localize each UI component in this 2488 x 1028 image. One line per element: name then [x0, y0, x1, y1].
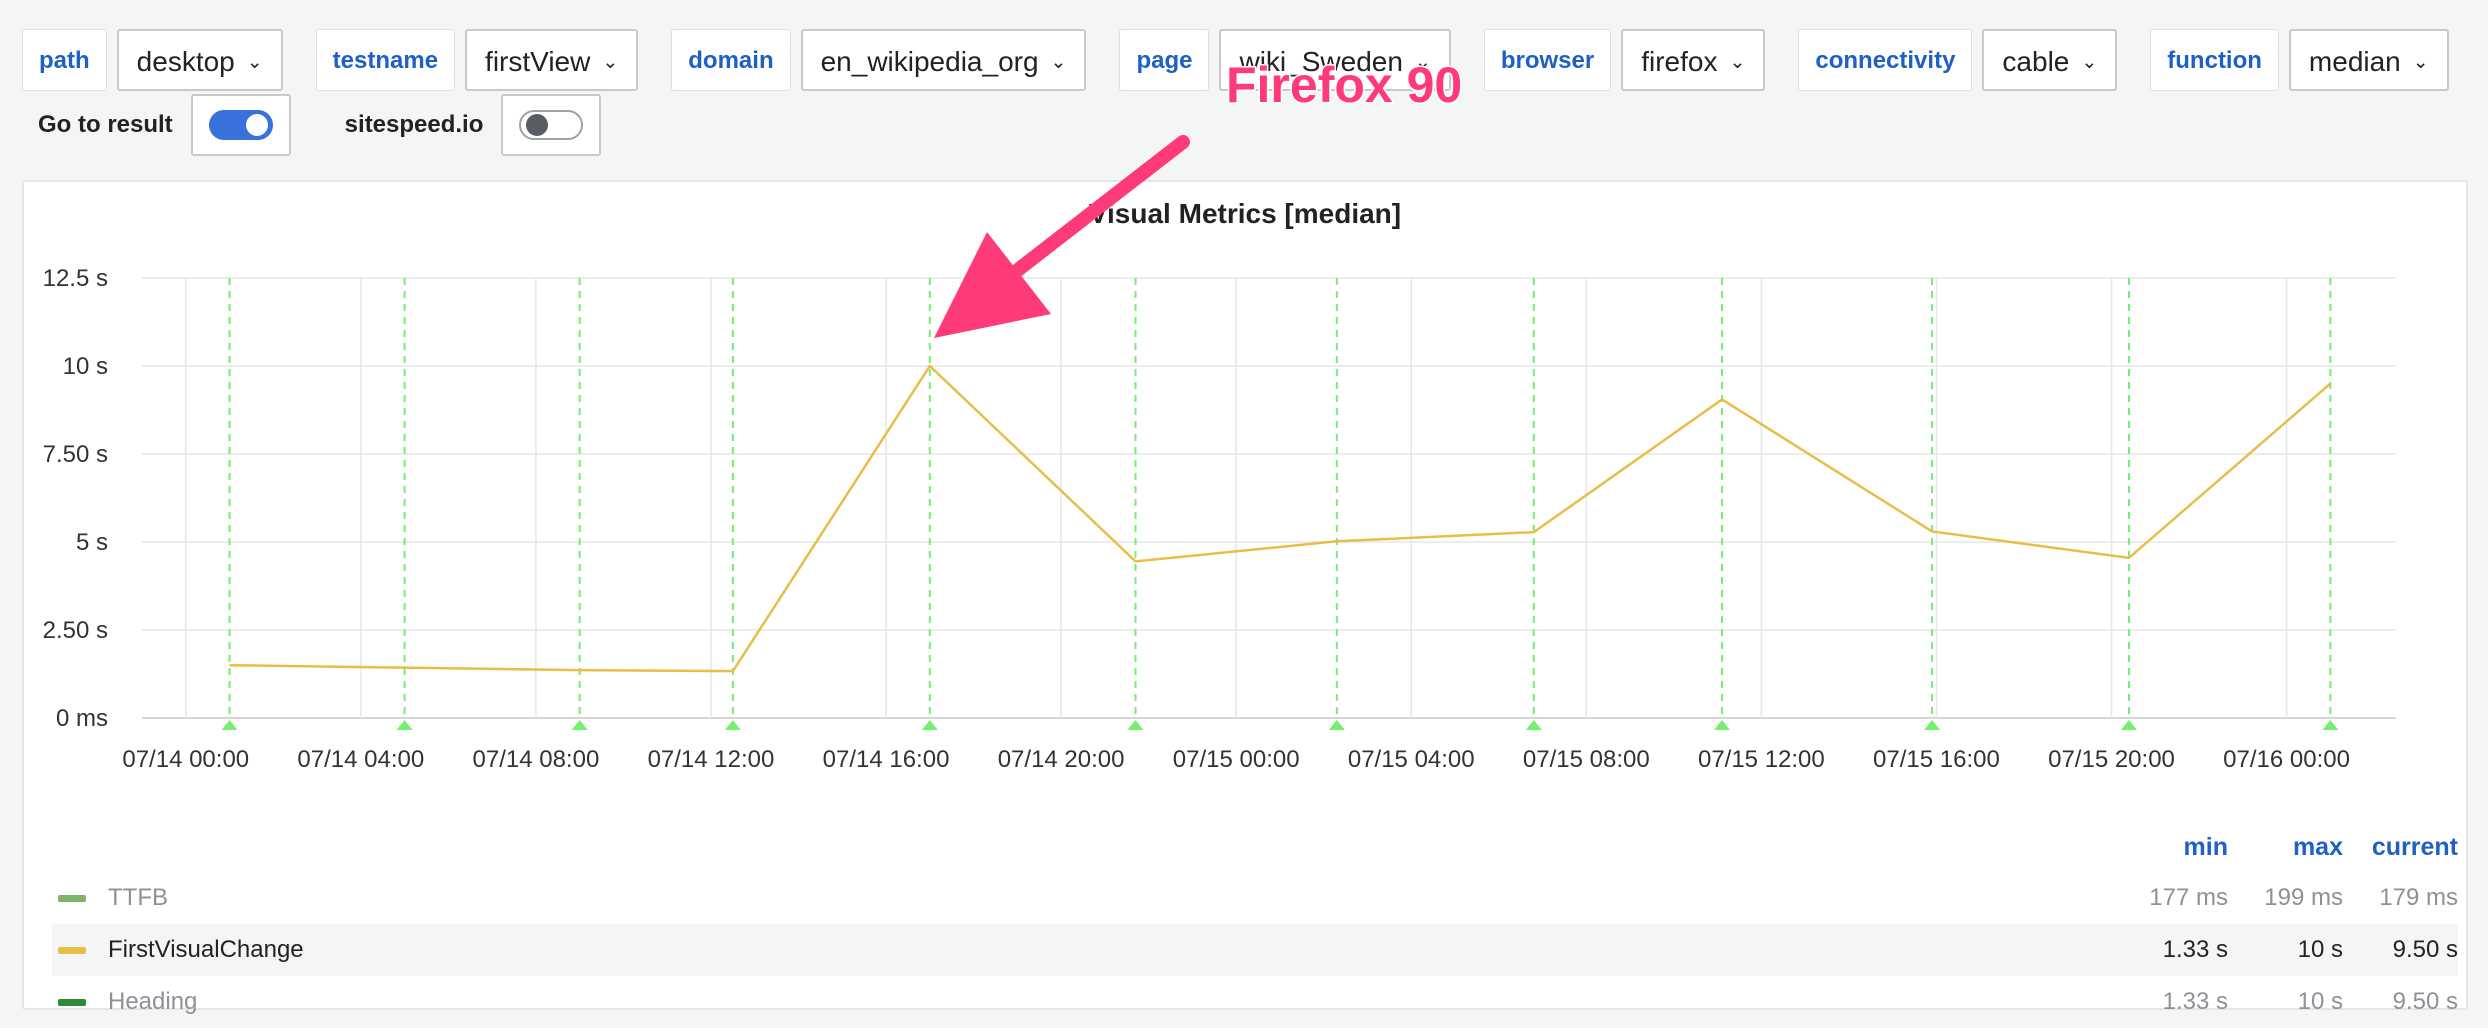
legend-header: min max current — [52, 822, 2458, 872]
variable-select-function[interactable]: median ⌄ — [2288, 29, 2449, 91]
legend-value-max: 199 ms — [2264, 884, 2343, 911]
annotation-marker-triangle — [724, 720, 741, 730]
variable-label-browser: browser — [1483, 29, 1612, 91]
legend-series-name[interactable]: TTFB — [108, 884, 2118, 912]
chevron-down-icon: ⌄ — [246, 52, 263, 73]
variable-label-path: path — [22, 29, 107, 91]
annotation-marker-triangle — [1525, 720, 1542, 730]
annotation-callout-text: Firefox 90 — [1224, 56, 1463, 115]
x-tick-label: 07/15 16:00 — [1873, 746, 2000, 773]
y-tick-label: 0 ms — [56, 705, 108, 732]
variable-label-function: function — [2150, 29, 2279, 91]
variable-function: function median ⌄ — [2150, 29, 2449, 91]
variable-path: path desktop ⌄ — [22, 29, 283, 91]
variable-browser: browser firefox ⌄ — [1483, 29, 1766, 91]
variable-label-connectivity: connectivity — [1798, 29, 1973, 91]
graph-panel: Visual Metrics [median] 0 ms 2.50 s5 s 7.5… — [22, 180, 2468, 1015]
legend-header-current[interactable]: current — [2343, 833, 2458, 862]
x-tick-label: 07/15 20:00 — [2048, 746, 2175, 773]
variable-label-domain: domain — [671, 29, 791, 91]
legend-value-max: 10 s — [2297, 988, 2343, 1015]
legend-value-max: 10 s — [2297, 936, 2343, 963]
y-tick-label: 12.5 s — [43, 265, 108, 292]
variable-testname: testname firstView ⌄ — [315, 29, 639, 91]
series-line-firstvisualchange — [229, 364, 2332, 673]
annotation-marker-triangle — [2322, 720, 2339, 730]
chevron-down-icon: ⌄ — [2412, 52, 2429, 73]
x-tick-label: 07/14 20:00 — [998, 746, 1125, 773]
x-tick-label: 07/14 08:00 — [473, 746, 600, 773]
chevron-down-icon: ⌄ — [2081, 52, 2098, 73]
annotation-toggles: Go to result sitespeed.io — [22, 94, 641, 156]
legend-color-swatch[interactable] — [58, 946, 86, 954]
toggle-sitespeed[interactable] — [501, 94, 602, 156]
legend-value-min: 1.33 s — [2162, 936, 2228, 963]
y-tick-label: 5 s — [76, 529, 108, 556]
annotation-marker-triangle — [571, 720, 588, 730]
line-chart: 0 ms 2.50 s 5 s 7.50 s 10 s 12.5 s 07/14 00:00… — [43, 265, 2396, 773]
x-tick-label: 07/15 00:00 — [1173, 746, 1300, 773]
y-tick-label: 7.50 s — [43, 441, 108, 468]
variable-label-testname: testname — [315, 29, 456, 91]
annotation-marker-triangle — [2121, 720, 2138, 730]
x-tick-label: 07/15 04:00 — [1348, 746, 1475, 773]
x-tick-label: 07/16 00:00 — [2223, 746, 2350, 773]
legend-color-swatch[interactable] — [58, 894, 86, 902]
variable-select-path[interactable]: desktop ⌄ — [116, 29, 283, 91]
x-tick-label: 07/14 00:00 — [122, 746, 249, 773]
toggle-knob — [526, 114, 549, 136]
graph-legend: min max current TTFB 177 ms 199 ms 179 m… — [52, 822, 2458, 1028]
annotation-marker-triangle — [1328, 720, 1345, 730]
x-tick-label: 07/14 12:00 — [648, 746, 775, 773]
toggle-switch-off[interactable] — [519, 110, 584, 140]
variable-select-browser[interactable]: firefox ⌄ — [1621, 29, 1766, 91]
legend-row-heading[interactable]: Heading 1.33 s 10 s 9.50 s — [52, 976, 2458, 1028]
legend-series-name[interactable]: Heading — [108, 988, 2118, 1016]
toggle-knob — [245, 114, 268, 136]
annotation-marker-triangle — [221, 720, 238, 730]
annotation-marker-triangle — [1924, 720, 1941, 730]
annotation-marker-triangle — [396, 720, 413, 730]
variable-select-domain[interactable]: en_wikipedia_org ⌄ — [800, 29, 1087, 91]
y-tick-label: 10 s — [63, 353, 108, 380]
x-tick-label: 07/14 16:00 — [823, 746, 950, 773]
legend-row-ttfb[interactable]: TTFB 177 ms 199 ms 179 ms — [52, 872, 2458, 924]
y-tick-label: 2.50 s — [43, 617, 108, 644]
variable-connectivity: connectivity cable ⌄ — [1798, 29, 2118, 91]
toggle-label-go-to-result: Go to result — [38, 111, 173, 138]
legend-series-name[interactable]: FirstVisualChange — [108, 936, 2118, 964]
chevron-down-icon: ⌄ — [1729, 52, 1746, 73]
chevron-down-icon: ⌄ — [1050, 52, 1067, 73]
annotation-marker-triangle — [1713, 720, 1730, 730]
legend-header-min[interactable]: min — [2118, 833, 2228, 862]
x-tick-label: 07/15 12:00 — [1698, 746, 1825, 773]
variable-domain: domain en_wikipedia_org ⌄ — [671, 29, 1087, 91]
legend-value-min: 177 ms — [2149, 884, 2228, 911]
x-tick-label: 07/15 08:00 — [1523, 746, 1650, 773]
legend-value-min: 1.33 s — [2162, 988, 2228, 1015]
legend-value-current: 179 ms — [2379, 884, 2458, 911]
legend-row-firstvisualchange[interactable]: FirstVisualChange 1.33 s 10 s 9.50 s — [52, 924, 2458, 976]
annotation-marker-triangle — [1127, 720, 1144, 730]
legend-value-current: 9.50 s — [2392, 988, 2458, 1015]
variable-select-connectivity[interactable]: cable ⌄ — [1982, 29, 2118, 91]
chevron-down-icon: ⌄ — [602, 52, 619, 73]
toggle-label-sitespeed: sitespeed.io — [344, 111, 484, 138]
legend-value-current: 9.50 s — [2392, 936, 2458, 963]
x-tick-label: 07/14 04:00 — [297, 746, 424, 773]
legend-color-swatch[interactable] — [58, 998, 86, 1006]
toggle-go-to-result[interactable] — [190, 94, 291, 156]
variable-label-page: page — [1119, 29, 1210, 91]
toggle-switch-on[interactable] — [208, 110, 273, 140]
variable-select-testname[interactable]: firstView ⌄ — [465, 29, 639, 91]
legend-header-max[interactable]: max — [2228, 833, 2343, 862]
annotation-marker-triangle — [921, 720, 938, 730]
